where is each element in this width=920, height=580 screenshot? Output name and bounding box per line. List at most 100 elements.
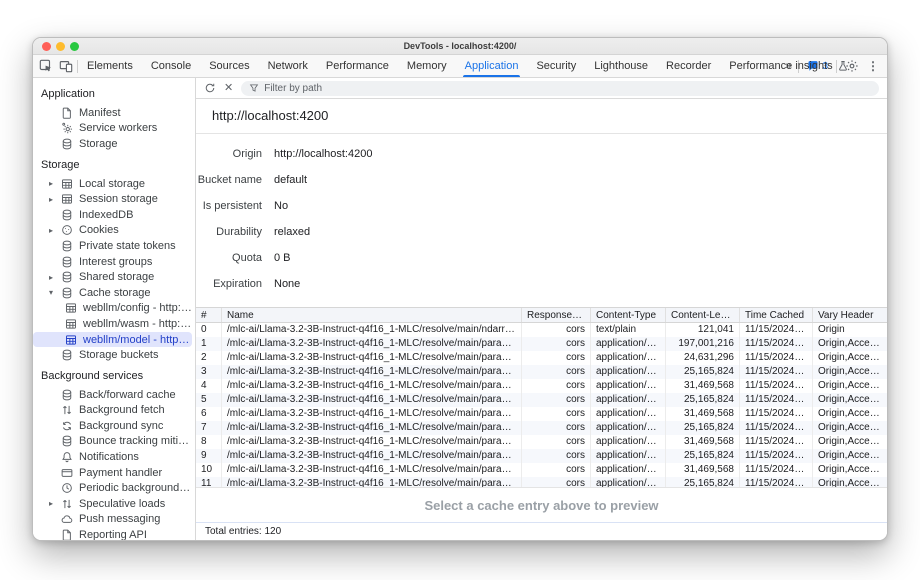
tab-network[interactable]: Network <box>259 55 317 77</box>
cell-content-type: application/oc… <box>590 477 665 488</box>
metadata-row: Bucket name default <box>196 167 887 193</box>
filter-funnel-icon <box>249 83 259 93</box>
expand-arrow-icon[interactable]: ▸ <box>49 195 61 204</box>
tab-security[interactable]: Security <box>527 55 585 77</box>
cell-content-type: text/plain <box>590 323 665 337</box>
table-body: 0 /mlc-ai/Llama-3.2-3B-Instruct-q4f16_1-… <box>196 323 887 488</box>
sidebar-item-reporting-api[interactable]: Reporting API <box>33 527 192 540</box>
sidebar-item-background-sync[interactable]: Background sync <box>33 418 192 434</box>
tab-recorder[interactable]: Recorder <box>657 55 720 77</box>
refresh-icon[interactable] <box>204 82 216 94</box>
database-icon <box>61 287 73 299</box>
expand-arrow-icon[interactable]: ▸ <box>49 499 61 508</box>
sidebar-item-session-storage[interactable]: ▸Session storage <box>33 191 192 207</box>
table-row[interactable]: 11 /mlc-ai/Llama-3.2-3B-Instruct-q4f16_1… <box>196 477 887 488</box>
table-row[interactable]: 4 /mlc-ai/Llama-3.2-3B-Instruct-q4f16_1-… <box>196 379 887 393</box>
filter-by-path-input[interactable]: Filter by path <box>241 81 879 96</box>
expand-arrow-icon[interactable]: ▸ <box>49 226 61 235</box>
column-header-content-length[interactable]: Content-Length <box>665 308 739 322</box>
sidebar-item-back-forward-cache[interactable]: Back/forward cache <box>33 387 192 403</box>
sidebar-item-private-state-tokens[interactable]: Private state tokens <box>33 238 192 254</box>
devtools-tabbar: Elements Console Sources Network Perform… <box>33 55 887 78</box>
sidebar-item-bounce-tracking-mitigations[interactable]: Bounce tracking mitigations <box>33 434 192 450</box>
metadata-row: Expiration None <box>196 271 887 297</box>
tab-memory[interactable]: Memory <box>398 55 456 77</box>
collapse-arrow-icon[interactable]: ▾ <box>49 288 61 297</box>
metadata-value: None <box>274 278 300 290</box>
status-bar: Total entries: 120 <box>196 522 887 540</box>
device-toolbar-icon[interactable] <box>59 59 73 73</box>
table-row[interactable]: 6 /mlc-ai/Llama-3.2-3B-Instruct-q4f16_1-… <box>196 407 887 421</box>
sidebar-item-local-storage[interactable]: ▸Local storage <box>33 176 192 192</box>
preview-placeholder-text: Select a cache entry above to preview <box>424 498 658 513</box>
sidebar-item-webllm-wasm[interactable]: webllm/wasm - http://loca… <box>33 316 192 332</box>
table-row[interactable]: 0 /mlc-ai/Llama-3.2-3B-Instruct-q4f16_1-… <box>196 323 887 337</box>
bell-icon <box>61 451 73 463</box>
cell-vary-header: Origin,Access… <box>812 435 887 449</box>
table-row[interactable]: 7 /mlc-ai/Llama-3.2-3B-Instruct-q4f16_1-… <box>196 421 887 435</box>
kebab-menu-icon[interactable]: ⋮ <box>867 59 879 73</box>
cell-content-type: application/oc… <box>590 407 665 421</box>
total-entries-text: Total entries: 120 <box>205 526 281 537</box>
table-row[interactable]: 8 /mlc-ai/Llama-3.2-3B-Instruct-q4f16_1-… <box>196 435 887 449</box>
sidebar-item-push-messaging[interactable]: Push messaging <box>33 512 192 528</box>
sidebar-item-webllm-model[interactable]: webllm/model - http://loc… <box>33 332 192 348</box>
window-titlebar[interactable]: DevTools - localhost:4200/ <box>33 38 887 55</box>
tab-elements[interactable]: Elements <box>78 55 142 77</box>
tab-lighthouse[interactable]: Lighthouse <box>585 55 657 77</box>
sidebar-item-storage-buckets[interactable]: Storage buckets <box>33 347 192 363</box>
column-header-index[interactable]: # <box>196 308 221 322</box>
table-row[interactable]: 2 /mlc-ai/Llama-3.2-3B-Instruct-q4f16_1-… <box>196 351 887 365</box>
sidebar-item-manifest[interactable]: Manifest <box>33 105 192 121</box>
column-header-response-type[interactable]: Response-Type <box>521 308 590 322</box>
cell-vary-header: Origin <box>812 323 887 337</box>
table-row[interactable]: 5 /mlc-ai/Llama-3.2-3B-Instruct-q4f16_1-… <box>196 393 887 407</box>
cell-name: /mlc-ai/Llama-3.2-3B-Instruct-q4f16_1-ML… <box>221 435 521 449</box>
tab-application[interactable]: Application <box>456 55 528 77</box>
expand-arrow-icon[interactable]: ▸ <box>49 273 61 282</box>
database-icon <box>61 389 73 401</box>
column-header-time-cached[interactable]: Time Cached <box>739 308 812 322</box>
database-icon <box>61 240 73 252</box>
sidebar-item-cache-storage[interactable]: ▾Cache storage <box>33 285 192 301</box>
panel-tabs: Elements Console Sources Network Perform… <box>78 55 777 77</box>
sidebar-item-notifications[interactable]: Notifications <box>33 449 192 465</box>
database-icon <box>61 209 73 221</box>
database-icon <box>61 349 73 361</box>
tab-performance[interactable]: Performance <box>317 55 398 77</box>
sidebar-item-cookies[interactable]: ▸Cookies <box>33 223 192 239</box>
sidebar-item-shared-storage[interactable]: ▸Shared storage <box>33 269 192 285</box>
database-icon <box>61 271 73 283</box>
cache-entries-table: # Name Response-Type Content-Type Conten… <box>196 307 887 488</box>
column-header-content-type[interactable]: Content-Type <box>590 308 665 322</box>
inspect-element-icon[interactable] <box>39 59 53 73</box>
cell-response-type: cors <box>521 393 590 407</box>
column-header-name[interactable]: Name <box>221 308 521 322</box>
table-row[interactable]: 3 /mlc-ai/Llama-3.2-3B-Instruct-q4f16_1-… <box>196 365 887 379</box>
tab-performance-insights[interactable]: Performance insights <box>720 55 857 77</box>
sidebar-item-background-fetch[interactable]: Background fetch <box>33 403 192 419</box>
column-header-vary-header[interactable]: Vary Header <box>812 308 887 322</box>
cache-storage-panel: ✕ Filter by path http://localhost:4200 O… <box>196 78 887 540</box>
tab-console[interactable]: Console <box>142 55 200 77</box>
table-row[interactable]: 1 /mlc-ai/Llama-3.2-3B-Instruct-q4f16_1-… <box>196 337 887 351</box>
sidebar-item-speculative-loads[interactable]: ▸Speculative loads <box>33 496 192 512</box>
sidebar-item-webllm-config[interactable]: webllm/config - http://loc… <box>33 301 192 317</box>
sidebar-item-indexeddb[interactable]: IndexedDB <box>33 207 192 223</box>
table-row[interactable]: 9 /mlc-ai/Llama-3.2-3B-Instruct-q4f16_1-… <box>196 449 887 463</box>
expand-arrow-icon[interactable]: ▸ <box>49 179 61 188</box>
table-row[interactable]: 10 /mlc-ai/Llama-3.2-3B-Instruct-q4f16_1… <box>196 463 887 477</box>
sync-arrows-icon <box>61 420 73 432</box>
clear-icon[interactable]: ✕ <box>224 83 233 94</box>
up-down-arrows-icon <box>61 404 73 416</box>
tab-sources[interactable]: Sources <box>200 55 258 77</box>
sidebar-item-interest-groups[interactable]: Interest groups <box>33 254 192 270</box>
sidebar-item-service-workers[interactable]: Service workers <box>33 121 192 137</box>
sidebar-item-storage[interactable]: Storage <box>33 136 192 152</box>
metadata-value: http://localhost:4200 <box>274 148 372 160</box>
cell-index: 1 <box>196 337 221 351</box>
clock-icon <box>61 482 73 494</box>
sidebar-item-payment-handler[interactable]: Payment handler <box>33 465 192 481</box>
cell-response-type: cors <box>521 407 590 421</box>
sidebar-item-periodic-background-sync[interactable]: Periodic background sync <box>33 480 192 496</box>
